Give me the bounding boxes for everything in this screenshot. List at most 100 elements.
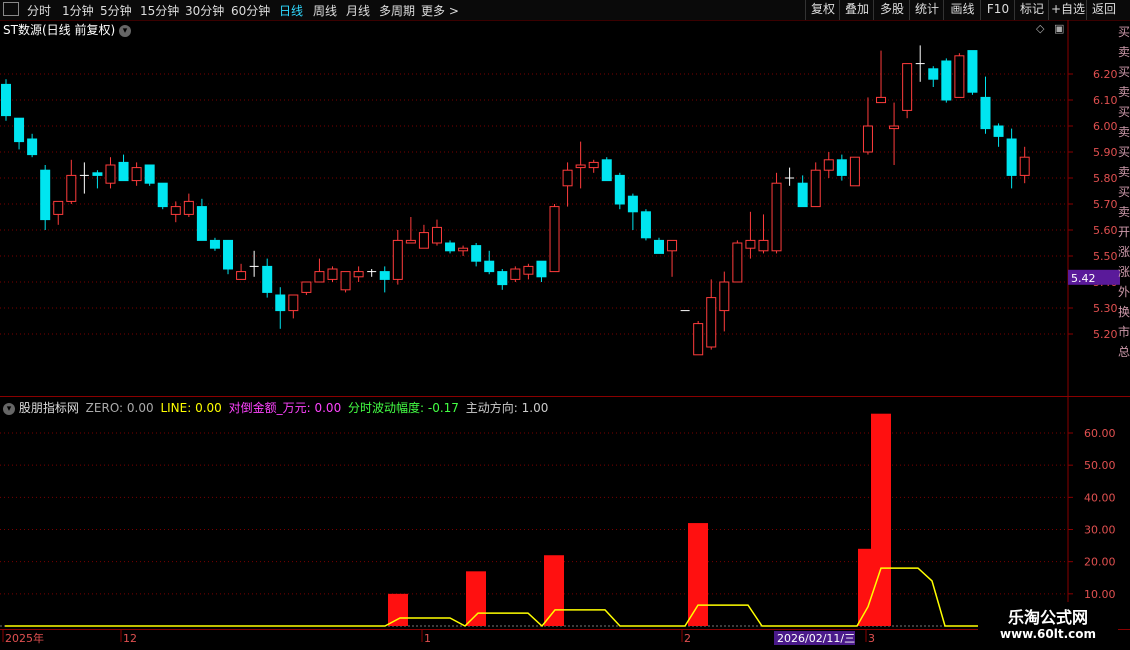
price-label: 5.90 bbox=[1093, 146, 1118, 159]
candle bbox=[876, 50, 887, 104]
candle bbox=[523, 263, 534, 280]
price-label: 6.10 bbox=[1093, 94, 1118, 107]
candle bbox=[392, 230, 403, 285]
date-label: 2025年 bbox=[5, 631, 44, 645]
stock-title: ST数源(日线 前复权) bbox=[3, 23, 116, 37]
candle bbox=[209, 237, 220, 251]
indicator-axis-label: 10.00 bbox=[1084, 588, 1116, 601]
indicator-dropdown-icon[interactable]: ▾ bbox=[3, 402, 15, 415]
toolbar-button-5[interactable]: F10 bbox=[980, 0, 1015, 20]
toolbar-button-2[interactable]: 多股 bbox=[873, 0, 910, 20]
toolbar-button-6[interactable]: 标记 bbox=[1014, 0, 1049, 20]
period-tab-1[interactable]: 1分钟 bbox=[62, 2, 94, 19]
candle bbox=[693, 321, 704, 356]
date-label: 3 bbox=[868, 632, 875, 645]
candle bbox=[915, 45, 925, 82]
period-tab-0[interactable]: 分时 bbox=[27, 2, 51, 19]
date-axis: 2025年 12 1 2 32026/02/11/三 bbox=[2, 630, 875, 645]
candle bbox=[314, 258, 325, 283]
candle bbox=[288, 294, 299, 319]
candle bbox=[458, 245, 469, 256]
toolbar-button-4[interactable]: 画线 bbox=[943, 0, 981, 20]
indicator-axis-label: 60.00 bbox=[1084, 427, 1116, 440]
candle bbox=[157, 182, 168, 210]
candle bbox=[484, 250, 495, 275]
candle bbox=[471, 243, 482, 267]
candle bbox=[810, 162, 821, 208]
toolbar-button-7[interactable]: +自选 bbox=[1048, 0, 1087, 20]
period-tab-4[interactable]: 30分钟 bbox=[185, 2, 224, 19]
period-tab-3[interactable]: 15分钟 bbox=[140, 2, 179, 19]
candle bbox=[66, 159, 77, 204]
indicator-title-row: ▾ 股朋指标网 ZERO: 0.00 LINE: 0.00 对倒金额_万元: 0… bbox=[3, 399, 548, 416]
candle bbox=[1019, 146, 1030, 184]
current-price-label: 5.42 bbox=[1071, 272, 1096, 285]
candle bbox=[510, 266, 521, 282]
right-panel-char: 卖 bbox=[1118, 85, 1130, 99]
candle bbox=[536, 260, 547, 282]
candlestick-chart[interactable]: 6.206.106.005.905.805.705.605.505.405.30… bbox=[0, 20, 1130, 398]
period-tab-6[interactable]: 日线 bbox=[279, 2, 303, 19]
candle bbox=[105, 157, 116, 189]
indicator-chart[interactable]: 60.00 50.00 40.00 30.00 20.00 10.00 bbox=[0, 397, 1130, 630]
candle bbox=[40, 165, 51, 230]
indicator-axis-label: 50.00 bbox=[1084, 459, 1116, 472]
indicator-name: 股朋指标网 bbox=[18, 401, 79, 415]
diamond-icon[interactable]: ◇ bbox=[1036, 22, 1044, 35]
window-menu-icon[interactable] bbox=[3, 2, 19, 16]
candle bbox=[667, 239, 678, 277]
period-tab-7[interactable]: 周线 bbox=[313, 2, 337, 19]
period-tab-9[interactable]: 多周期 bbox=[379, 2, 415, 19]
candle bbox=[928, 66, 939, 87]
candle bbox=[340, 271, 351, 293]
right-panel-char: 买 bbox=[1118, 65, 1130, 79]
watermark-title: 乐淘公式网 bbox=[1007, 608, 1088, 627]
date-label: 1 bbox=[424, 632, 431, 645]
candle bbox=[745, 211, 756, 259]
candle bbox=[954, 53, 965, 98]
candle bbox=[797, 175, 808, 208]
indicator-line bbox=[5, 567, 1068, 628]
toolbar-button-0[interactable]: 复权 bbox=[805, 0, 840, 20]
toolbar-button-1[interactable]: 叠加 bbox=[839, 0, 874, 20]
period-tab-2[interactable]: 5分钟 bbox=[100, 2, 132, 19]
chart-title-row: ST数源(日线 前复权) ▾ bbox=[3, 21, 131, 38]
right-panel-char: 市 bbox=[1118, 325, 1130, 339]
chart-controls[interactable]: ◇ ▣ bbox=[1036, 22, 1064, 35]
candle bbox=[183, 193, 194, 217]
indicator-axis-label: 20.00 bbox=[1084, 556, 1116, 569]
right-panel-char: 买 bbox=[1118, 145, 1130, 159]
price-label: 5.80 bbox=[1093, 172, 1118, 185]
indicator-axis-label: 40.00 bbox=[1084, 491, 1116, 504]
candle bbox=[236, 263, 247, 280]
candle bbox=[79, 162, 89, 194]
window-icon[interactable]: ▣ bbox=[1054, 22, 1064, 35]
price-label: 5.60 bbox=[1093, 224, 1118, 237]
indicator-param-0: ZERO: 0.00 bbox=[85, 401, 154, 415]
candle bbox=[379, 266, 390, 293]
toolbar-button-3[interactable]: 统计 bbox=[909, 0, 944, 20]
candle bbox=[980, 76, 991, 134]
candle bbox=[967, 50, 978, 95]
title-dropdown-icon[interactable]: ▾ bbox=[118, 24, 131, 37]
candle bbox=[601, 157, 612, 182]
candle bbox=[575, 141, 586, 189]
toolbar-button-8[interactable]: 返回 bbox=[1086, 0, 1121, 20]
period-tab-10[interactable]: 更多 > bbox=[421, 2, 459, 19]
candle bbox=[196, 198, 207, 241]
candle bbox=[14, 117, 25, 150]
candle bbox=[418, 224, 429, 249]
candle bbox=[627, 193, 638, 230]
period-tab-8[interactable]: 月线 bbox=[346, 2, 370, 19]
indicator-param-4: 主动方向: 1.00 bbox=[461, 401, 549, 415]
indicator-bar bbox=[871, 413, 891, 626]
right-panel-char: 买 bbox=[1118, 25, 1130, 39]
candle bbox=[836, 154, 847, 181]
right-panel-char: 涨 bbox=[1118, 245, 1130, 259]
indicator-bar bbox=[388, 593, 408, 626]
right-panel-char: 卖 bbox=[1118, 205, 1130, 219]
price-label: 5.20 bbox=[1093, 328, 1118, 341]
date-label: 12 bbox=[123, 632, 137, 645]
period-tab-5[interactable]: 60分钟 bbox=[231, 2, 270, 19]
right-panel-char: 外 bbox=[1118, 285, 1130, 299]
